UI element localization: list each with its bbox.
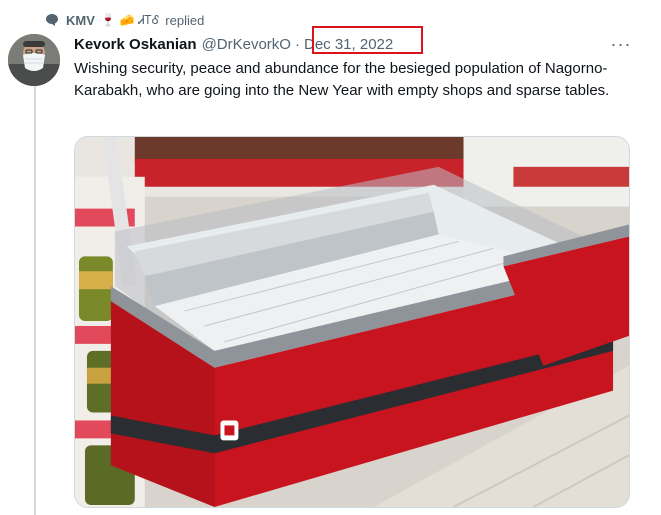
more-options-button[interactable]: ··· xyxy=(610,34,632,54)
date-highlight-box xyxy=(312,26,423,54)
reply-action-label: replied xyxy=(165,12,205,28)
author-handle[interactable]: @DrKevorkO xyxy=(202,36,291,53)
reply-bubble-icon xyxy=(44,12,60,28)
header-separator: · xyxy=(294,36,300,53)
reply-author-name[interactable]: KMV xyxy=(66,13,95,28)
author-name[interactable]: Kevork Oskanian xyxy=(74,36,197,53)
author-avatar[interactable] xyxy=(8,34,60,86)
reply-context[interactable]: KMV 🍷 🧀 ᏗᎢᎴ replied xyxy=(44,11,204,29)
reply-author-emojis: 🍷 🧀 ᏗᎢᎴ xyxy=(100,12,160,27)
tweet-text: Wishing security, peace and abundance fo… xyxy=(74,60,610,99)
thread-line xyxy=(34,86,36,515)
tweet-photo[interactable] xyxy=(74,136,630,508)
